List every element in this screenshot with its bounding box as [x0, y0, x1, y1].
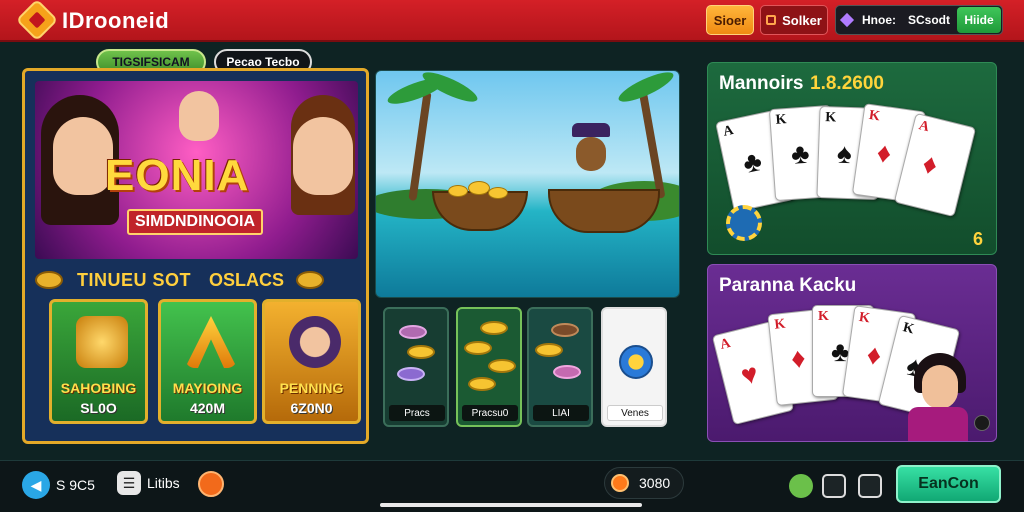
- gem-icon: [839, 12, 855, 28]
- wallet-bar[interactable]: Hnoe: SCsodt Hiide: [835, 5, 1003, 35]
- chat-icon[interactable]: [822, 474, 846, 498]
- slot-card-3[interactable]: PENNING 6Z0N0: [262, 299, 361, 424]
- character-icon: [289, 316, 341, 368]
- coin-icon: [464, 341, 492, 355]
- fishing-boat: [548, 189, 660, 233]
- character-dealer: [922, 365, 958, 409]
- solker-button[interactable]: Solker: [760, 5, 828, 35]
- slot-value: 420M: [189, 400, 226, 416]
- coin-icon: [468, 377, 496, 391]
- casino-chip-icon: [726, 205, 762, 241]
- info-icon[interactable]: [974, 415, 990, 431]
- palm-tree: [408, 90, 432, 202]
- panel-title: Paranna Kacku: [719, 275, 857, 296]
- coin-tile-label: LIAI: [533, 405, 589, 421]
- coin-tile-1[interactable]: Pracs: [383, 307, 449, 427]
- print-icon[interactable]: [858, 474, 882, 498]
- treasure-boat: [432, 191, 528, 231]
- list-label: Litibs: [147, 475, 180, 491]
- letter-a-icon: [185, 316, 237, 368]
- primary-cta-button[interactable]: EanCon: [896, 465, 1001, 503]
- bonus-icon[interactable]: [789, 474, 813, 498]
- gold-coin: [448, 185, 468, 197]
- list-button[interactable]: ☰ Litibs: [117, 471, 180, 495]
- coin-tile-label: Pracs: [389, 405, 445, 421]
- character-right: [293, 117, 353, 195]
- coin-icon: [407, 345, 435, 359]
- wallet-value: SCsodt: [908, 13, 950, 27]
- back-label: S 9C5: [56, 477, 95, 493]
- featured-game-panel[interactable]: EONIA SIMDNDINOOIA TINUEU SOT OSLACS SAH…: [22, 68, 369, 444]
- coin-icon: [611, 474, 629, 492]
- coin-tile-label: Venes: [607, 405, 663, 421]
- coin-balance[interactable]: 3080: [604, 467, 684, 499]
- wing-left-icon: [35, 271, 63, 289]
- slot-card-2[interactable]: MAYIOING 420M: [158, 299, 257, 424]
- coin-tile-4[interactable]: Venes: [601, 307, 667, 427]
- coin-icon: [397, 367, 425, 381]
- list-icon: ☰: [117, 471, 141, 495]
- coin-tile-2[interactable]: Pracsu0: [456, 307, 522, 427]
- slot-name: SAHOBING: [60, 380, 137, 396]
- section-label-right: OSLACS: [209, 269, 285, 290]
- coin-tile-3[interactable]: LIAI: [527, 307, 593, 427]
- coin-icon: [551, 323, 579, 337]
- featured-hero-banner[interactable]: EONIA SIMDNDINOOIA: [35, 81, 358, 259]
- sioer-button[interactable]: Sioer: [706, 5, 754, 35]
- arrow-left-icon: ◀: [22, 471, 50, 499]
- wing-right-icon: [296, 271, 325, 289]
- square-icon: [766, 15, 777, 25]
- section-label-left: TINUEU SOT: [77, 269, 192, 290]
- app-logo-icon[interactable]: [15, 0, 59, 42]
- featured-subtitle: SIMDNDINOOIA: [127, 209, 263, 235]
- featured-title: EONIA: [105, 151, 250, 200]
- home-indicator[interactable]: [380, 503, 642, 507]
- character-center: [179, 91, 219, 141]
- gold-coin: [468, 181, 490, 195]
- app-title: IDrooneid: [62, 8, 170, 33]
- coin-tile-label: Pracsu0: [462, 405, 518, 421]
- hiide-button[interactable]: Hiide: [957, 7, 1001, 33]
- wallet-label: Hnoe:: [862, 13, 896, 27]
- slot-name: PENNING: [279, 380, 344, 396]
- treasure-icon: [76, 316, 128, 368]
- coin-icon: [480, 321, 508, 335]
- character-hat: [572, 123, 610, 137]
- coin-icon: [399, 325, 427, 339]
- panel-title: Mannoirs: [719, 73, 804, 94]
- poker-panel-bottom[interactable]: Paranna Kacku A ♥ K ♦ K ♣ K ♦ K ♠: [707, 264, 997, 442]
- fishing-game-banner[interactable]: [375, 70, 680, 298]
- poker-panel-top[interactable]: Mannoirs 1.8.2600 A ♣ K ♣ K ♠ K ♦ A ♦ 6: [707, 62, 997, 255]
- slot-value: 6Z0N0: [290, 400, 333, 416]
- panel-amount: 1.8.2600: [810, 73, 884, 94]
- coin-icon: [535, 343, 563, 357]
- bear-fisher: [576, 137, 606, 171]
- profile-avatar-icon[interactable]: [198, 471, 224, 497]
- coin-balance-value: 3080: [639, 475, 671, 491]
- gold-coin: [488, 187, 508, 199]
- back-button[interactable]: ◀ S 9C5: [22, 471, 95, 499]
- top-bar: IDrooneid Sioer Solker Hnoe: SCsodt Hiid…: [0, 0, 1024, 42]
- panel-corner-number: 6: [973, 229, 984, 249]
- solker-label: Solker: [782, 12, 822, 28]
- coin-icon: [488, 359, 516, 373]
- slot-name: MAYIOING: [172, 380, 243, 396]
- badge-icon: [619, 345, 653, 379]
- character-left: [53, 117, 113, 195]
- section-header: TINUEU SOT OSLACS: [35, 267, 358, 293]
- slot-value: SL0O: [80, 400, 117, 416]
- slot-card-1[interactable]: SAHOBING SL0O: [49, 299, 148, 424]
- character-body: [908, 407, 968, 441]
- coin-icon: [553, 365, 581, 379]
